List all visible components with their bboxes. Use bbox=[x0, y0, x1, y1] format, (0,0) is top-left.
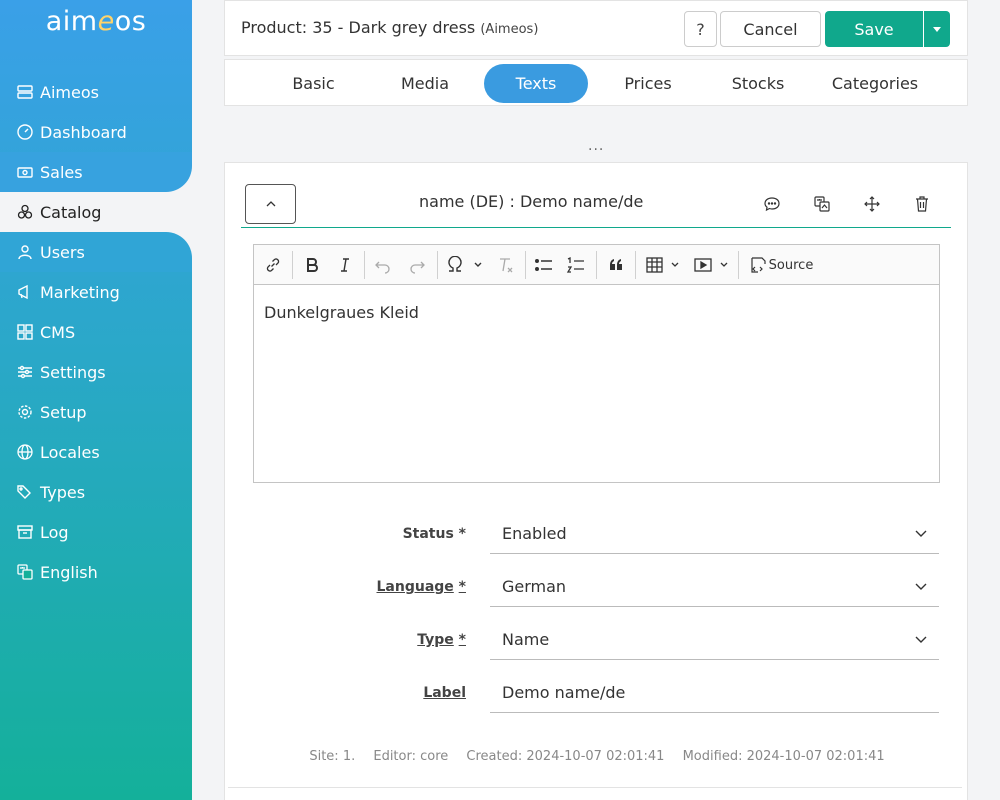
bold-icon[interactable] bbox=[300, 253, 324, 277]
sidebar-item-users[interactable]: Users bbox=[0, 232, 192, 272]
chevron-down-icon bbox=[915, 636, 927, 643]
server-icon bbox=[16, 83, 34, 101]
cash-icon bbox=[16, 163, 34, 181]
bulleted-list-icon[interactable] bbox=[532, 253, 556, 277]
remove-format-icon[interactable] bbox=[494, 253, 518, 277]
text-item-title: name (DE) : Demo name/de bbox=[419, 192, 644, 211]
label-input[interactable]: Demo name/de bbox=[490, 673, 939, 713]
source-icon bbox=[751, 257, 766, 273]
numbered-list-icon[interactable] bbox=[564, 253, 588, 277]
title-underline bbox=[241, 227, 951, 228]
sidebar-item-aimeos[interactable]: Aimeos bbox=[0, 72, 192, 112]
save-button[interactable]: Save bbox=[825, 11, 923, 47]
gear-icon bbox=[16, 403, 34, 421]
toolbar-separator bbox=[596, 251, 597, 279]
trash-icon[interactable] bbox=[912, 194, 932, 214]
italic-icon[interactable] bbox=[334, 253, 356, 277]
meta-modified: Modified: 2024-10-07 02:01:41 bbox=[682, 749, 885, 764]
table-icon[interactable] bbox=[644, 253, 684, 277]
page-title: Product: 35 - Dark grey dress (Aimeos) bbox=[241, 18, 539, 37]
cancel-button[interactable]: Cancel bbox=[720, 11, 821, 47]
site-label: (Aimeos) bbox=[480, 22, 539, 37]
move-icon[interactable] bbox=[862, 194, 882, 214]
chevron-down-icon bbox=[915, 583, 927, 590]
language-row: Language * German bbox=[225, 565, 969, 609]
sidebar-item-setup[interactable]: Setup bbox=[0, 392, 192, 432]
rich-text-editor: Source Dunkelgraues Kleid bbox=[253, 244, 940, 483]
meta-editor: Editor: core bbox=[373, 749, 449, 764]
toolbar-separator bbox=[364, 251, 365, 279]
save-options-dropdown[interactable] bbox=[924, 11, 950, 47]
chevron-down-icon bbox=[915, 530, 927, 537]
editor-content[interactable]: Dunkelgraues Kleid bbox=[264, 303, 419, 322]
toolbar-separator bbox=[738, 251, 739, 279]
label-label: Label bbox=[423, 685, 466, 701]
sidebar-item-sales[interactable]: Sales bbox=[0, 152, 192, 192]
tab-prices[interactable]: Prices bbox=[608, 64, 688, 103]
megaphone-icon bbox=[16, 283, 34, 301]
sidebar-item-settings[interactable]: Settings bbox=[0, 352, 192, 392]
meta-created: Created: 2024-10-07 02:01:41 bbox=[466, 749, 665, 764]
sliders-icon bbox=[16, 363, 34, 381]
special-chars-icon[interactable] bbox=[445, 253, 487, 277]
sidebar-item-english[interactable]: English bbox=[0, 552, 192, 592]
tags-icon bbox=[16, 483, 34, 501]
tab-texts[interactable]: Texts bbox=[484, 64, 588, 103]
comment-icon[interactable] bbox=[762, 194, 782, 214]
source-button[interactable]: Source bbox=[747, 253, 815, 277]
status-row: Status * Enabled bbox=[225, 512, 969, 556]
status-label: Status * bbox=[402, 526, 466, 542]
toolbar-separator bbox=[437, 251, 438, 279]
archive-icon bbox=[16, 523, 34, 541]
person-icon bbox=[16, 243, 34, 261]
translate-icon[interactable] bbox=[812, 194, 832, 214]
sidebar-item-marketing[interactable]: Marketing bbox=[0, 272, 192, 312]
blockquote-icon[interactable] bbox=[604, 253, 628, 277]
type-select[interactable]: Name bbox=[490, 620, 939, 660]
tab-stocks[interactable]: Stocks bbox=[718, 64, 798, 103]
label-row: Label Demo name/de bbox=[225, 671, 969, 715]
item-meta: Site: 1. Editor: core Created: 2024-10-0… bbox=[225, 749, 969, 764]
globe-icon bbox=[16, 443, 34, 461]
grid-icon bbox=[16, 323, 34, 341]
meta-site: Site: 1. bbox=[309, 749, 356, 764]
collapse-button[interactable] bbox=[245, 184, 296, 224]
sidebar-item-catalog[interactable]: Catalog bbox=[0, 192, 192, 232]
toolbar-separator bbox=[635, 251, 636, 279]
toolbar-separator bbox=[525, 251, 526, 279]
tab-media[interactable]: Media bbox=[385, 64, 465, 103]
toolbar-separator bbox=[292, 251, 293, 279]
boxes-icon bbox=[16, 203, 34, 221]
sidebar-item-cms[interactable]: CMS bbox=[0, 312, 192, 352]
language-select[interactable]: German bbox=[490, 567, 939, 607]
editor-toolbar: Source bbox=[254, 245, 939, 285]
sidebar-item-locales[interactable]: Locales bbox=[0, 432, 192, 472]
type-row: Type * Name bbox=[225, 618, 969, 662]
sidebar-item-types[interactable]: Types bbox=[0, 472, 192, 512]
help-button[interactable]: ? bbox=[684, 11, 717, 47]
language-label: Language * bbox=[376, 579, 467, 595]
next-text-item bbox=[228, 787, 962, 800]
link-icon[interactable] bbox=[262, 253, 284, 277]
translate-icon bbox=[16, 563, 34, 581]
undo-icon[interactable] bbox=[372, 253, 394, 277]
status-select[interactable]: Enabled bbox=[490, 514, 939, 554]
item-tabs: Basic Media Texts Prices Stocks Categori… bbox=[224, 59, 968, 106]
tab-basic[interactable]: Basic bbox=[275, 64, 352, 103]
more-indicator[interactable]: ... bbox=[588, 138, 604, 154]
aimeos-logo[interactable]: aimeos bbox=[0, 6, 192, 37]
chevron-up-icon bbox=[266, 201, 275, 207]
sidebar: aimeos Aimeos Dashboard Sales Catalog Us… bbox=[0, 0, 192, 800]
type-label: Type * bbox=[417, 632, 466, 648]
redo-icon[interactable] bbox=[406, 253, 428, 277]
sidebar-item-log[interactable]: Log bbox=[0, 512, 192, 552]
gauge-icon bbox=[16, 123, 34, 141]
tab-categories[interactable]: Categories bbox=[823, 64, 927, 103]
product-header: Product: 35 - Dark grey dress (Aimeos) ?… bbox=[224, 0, 968, 56]
text-item-card: name (DE) : Demo name/de Source Dunkelgr… bbox=[224, 162, 968, 800]
media-embed-icon[interactable] bbox=[692, 253, 732, 277]
sidebar-item-dashboard[interactable]: Dashboard bbox=[0, 112, 192, 152]
